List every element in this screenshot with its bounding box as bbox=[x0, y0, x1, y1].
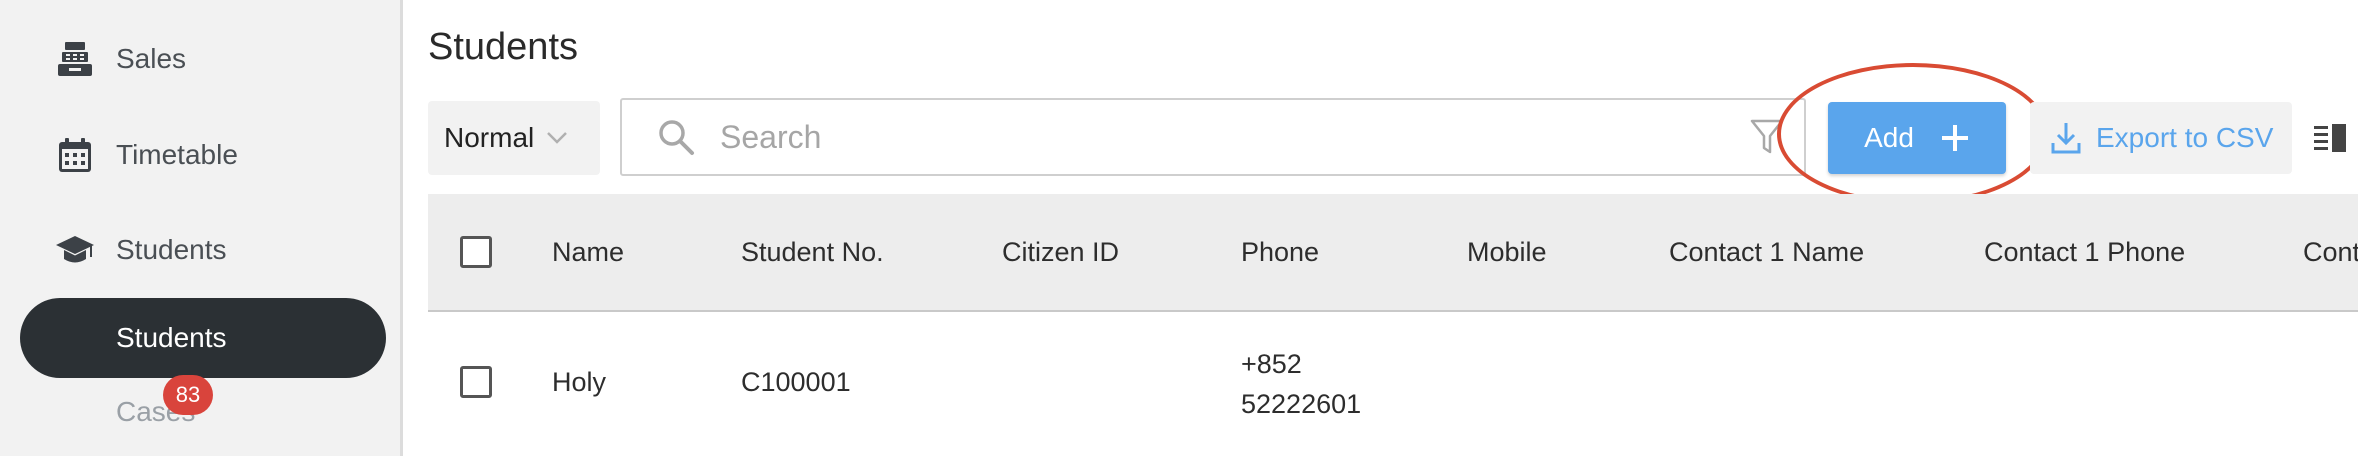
cash-register-icon bbox=[52, 36, 98, 82]
graduation-cap-icon bbox=[52, 227, 98, 273]
plus-icon bbox=[1941, 125, 1968, 151]
cell-phone-line2: 52222601 bbox=[1241, 389, 1362, 419]
view-mode-value: Normal bbox=[444, 122, 535, 153]
download-icon bbox=[2051, 123, 2081, 154]
search-input[interactable] bbox=[718, 106, 1750, 168]
cases-count-badge: 83 bbox=[163, 375, 213, 415]
column-header-contact1-name[interactable]: Contact 1 Name bbox=[1669, 194, 1864, 310]
cell-student-no: C100001 bbox=[741, 367, 851, 397]
filter-icon[interactable] bbox=[1750, 118, 1784, 156]
column-header-mobile[interactable]: Mobile bbox=[1467, 194, 1547, 310]
row-checkbox[interactable] bbox=[460, 366, 492, 398]
select-all-checkbox[interactable] bbox=[460, 236, 492, 268]
export-csv-button[interactable]: Export to CSV bbox=[2030, 102, 2292, 174]
search-bar bbox=[620, 98, 1806, 176]
calendar-icon bbox=[52, 132, 98, 178]
chevron-down-icon bbox=[547, 132, 568, 144]
column-header-student-no[interactable]: Student No. bbox=[741, 194, 884, 310]
cell-phone-line1: +852 bbox=[1241, 349, 1302, 379]
view-mode-dropdown[interactable]: Normal bbox=[428, 101, 600, 175]
sidebar-subitem-label: Students bbox=[116, 322, 227, 353]
search-icon bbox=[659, 120, 694, 155]
sidebar-item-sales[interactable]: Sales bbox=[52, 24, 186, 94]
page-title: Students bbox=[428, 26, 578, 68]
add-button-label: Add bbox=[1864, 122, 1914, 153]
column-header-phone[interactable]: Phone bbox=[1241, 194, 1319, 310]
export-csv-label: Export to CSV bbox=[2096, 122, 2274, 153]
column-header-contact1-phone[interactable]: Contact 1 Phone bbox=[1984, 194, 2185, 310]
columns-icon[interactable] bbox=[2312, 122, 2348, 154]
column-header-name[interactable]: Name bbox=[552, 194, 624, 310]
sidebar: Sales Timetable Students Students Cases … bbox=[0, 0, 403, 456]
sidebar-item-students[interactable]: Students bbox=[52, 215, 227, 285]
table-row[interactable]: Holy C100001 +852 52222601 bbox=[428, 312, 2358, 456]
sidebar-subitem-students[interactable]: Students bbox=[20, 298, 386, 378]
sidebar-item-label: Timetable bbox=[116, 139, 238, 170]
sidebar-item-label: Students bbox=[116, 234, 227, 265]
table-header: Name Student No. Citizen ID Phone Mobile… bbox=[428, 194, 2358, 312]
column-header-citizen-id[interactable]: Citizen ID bbox=[1002, 194, 1119, 310]
cell-name: Holy bbox=[552, 367, 607, 397]
sidebar-item-label: Sales bbox=[116, 43, 187, 74]
sidebar-item-timetable[interactable]: Timetable bbox=[52, 120, 238, 190]
column-header-contact[interactable]: Cont bbox=[2303, 194, 2358, 310]
add-button[interactable]: Add bbox=[1828, 102, 2006, 174]
